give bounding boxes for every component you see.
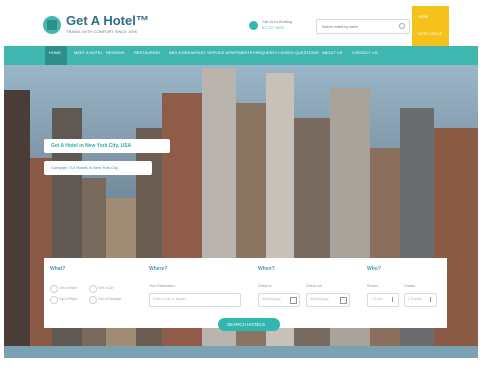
checkout-field[interactable]: dd/mm/yyyy [306, 293, 350, 307]
guests-label: Guests [404, 284, 416, 288]
radio-label-get-hotel: Get a Hotel [59, 286, 77, 290]
search-icon[interactable] [399, 23, 405, 29]
radio-label-get-package: Get a Package [98, 297, 122, 301]
checkin-field[interactable]: dd/mm/yyyy [258, 293, 300, 307]
checkin-label: Check in [258, 284, 272, 288]
chevron-down-icon [430, 297, 434, 302]
hotel-logo-icon[interactable] [43, 16, 61, 34]
radio-label-get-car: Get a Car [98, 286, 114, 290]
rooms-value: 1 Room [371, 297, 384, 301]
main-navbar [4, 46, 478, 65]
bottom-strip [0, 358, 484, 370]
ribbon-item-home[interactable]: HOME [418, 15, 429, 19]
checkout-label: Check out [306, 284, 322, 288]
hero-subline-box: Compare 714 Hotels in New York City [44, 161, 152, 175]
phone-label: Call Us for Booking [262, 20, 292, 24]
guests-select[interactable]: 2 Guests [404, 293, 437, 307]
nav-item-bed-breakfast[interactable]: BED & BREAKFAST [169, 50, 206, 55]
hero-headline-box: Get A Hotel in New York City, USA [44, 139, 170, 153]
who-heading: Who? [367, 266, 381, 272]
hero-subline: Compare 714 Hotels in New York City [51, 165, 118, 170]
nav-item-about-us[interactable]: ABOUT US [322, 50, 342, 55]
rooms-select[interactable]: 1 Room [367, 293, 399, 307]
nav-item-faq[interactable]: FREQUENTLY ASKED QUESTIONS [253, 50, 319, 55]
checkout-placeholder: dd/mm/yyyy [310, 297, 329, 301]
chevron-down-icon [392, 297, 396, 302]
search-hotels-button[interactable]: SEARCH HOTELS [218, 318, 280, 331]
destination-label: Your Destination [149, 284, 175, 288]
nav-active-highlight [45, 46, 67, 65]
search-hotels-label: SEARCH HOTELS [227, 322, 266, 327]
phone-icon [249, 21, 258, 30]
search-input[interactable] [320, 22, 394, 32]
radio-get-package[interactable] [89, 296, 97, 304]
nav-item-restaurant[interactable]: RESTAURANT [134, 50, 161, 55]
building-icon [47, 20, 57, 30]
ribbon-item-hotel-deals[interactable]: HOTEL DEALS [418, 32, 442, 36]
radio-get-car[interactable] [89, 285, 97, 293]
radio-get-hotel[interactable] [50, 285, 58, 293]
destination-placeholder: Enter a city or airport [153, 297, 186, 301]
nav-item-service-apartments[interactable]: SERVICE APARTMENTS [207, 50, 252, 55]
logo-tagline: TRAVEL WITH COMFORT SINCE 1996 [66, 29, 137, 34]
nav-item-reviews[interactable]: REVIEWS [106, 50, 124, 55]
rooms-label: Rooms [367, 284, 379, 288]
destination-field[interactable]: Enter a city or airport [149, 293, 241, 307]
river-water [4, 346, 478, 358]
nav-item-contact-us[interactable]: CONTACT US [352, 50, 378, 55]
where-heading: Where? [149, 266, 168, 272]
what-heading: What? [50, 266, 66, 272]
building [4, 90, 30, 358]
nav-item-home[interactable]: HOME [49, 50, 61, 55]
radio-get-flight[interactable] [50, 296, 58, 304]
calendar-icon[interactable] [290, 297, 297, 304]
checkin-placeholder: dd/mm/yyyy [262, 297, 281, 301]
phone-number[interactable]: 877-377-8830 [262, 26, 284, 30]
header-search[interactable] [316, 19, 410, 34]
nav-item-meet-a-hotel[interactable]: MEET A HOTEL [74, 50, 103, 55]
hero-headline: Get A Hotel in New York City, USA [51, 143, 132, 149]
radio-label-get-flight: Get a Flight [59, 297, 78, 301]
calendar-icon[interactable] [340, 297, 347, 304]
logo-title[interactable]: Get A Hotel™ [66, 13, 149, 28]
guests-value: 2 Guests [408, 297, 423, 301]
when-heading: When? [258, 266, 275, 272]
